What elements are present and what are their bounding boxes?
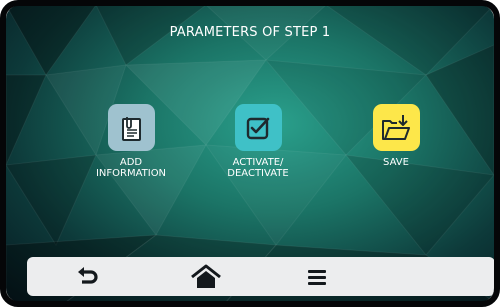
device: PARAMETERS OF STEP 1 ADD INFORMATION ACT… <box>0 0 500 307</box>
folder-download-icon <box>382 114 410 140</box>
home-icon <box>191 264 221 288</box>
save-tile[interactable] <box>372 104 420 151</box>
activate-deactivate-label: ACTIVATE/ DEACTIVATE <box>227 157 289 179</box>
bottom-navigation-bar <box>27 257 494 296</box>
save-label: SAVE <box>383 157 409 168</box>
menu-button[interactable] <box>297 257 337 296</box>
back-button[interactable] <box>67 257 107 296</box>
add-information-label: ADD INFORMATION <box>95 157 167 179</box>
clipboard-document-icon <box>122 116 141 141</box>
page-title: PARAMETERS OF STEP 1 <box>169 25 331 40</box>
home-button[interactable] <box>181 257 231 296</box>
activate-deactivate-tile[interactable] <box>234 104 282 151</box>
add-information-tile[interactable] <box>107 104 155 151</box>
touch-screen: PARAMETERS OF STEP 1 ADD INFORMATION ACT… <box>6 5 494 302</box>
hamburger-menu-icon <box>308 269 326 285</box>
checkbox-icon <box>246 117 270 139</box>
back-arrow-icon <box>78 266 98 284</box>
add-information-button[interactable]: ADD INFORMATION <box>76 104 186 179</box>
save-button[interactable]: SAVE <box>341 104 451 168</box>
activate-deactivate-button[interactable]: ACTIVATE/ DEACTIVATE <box>203 104 313 179</box>
